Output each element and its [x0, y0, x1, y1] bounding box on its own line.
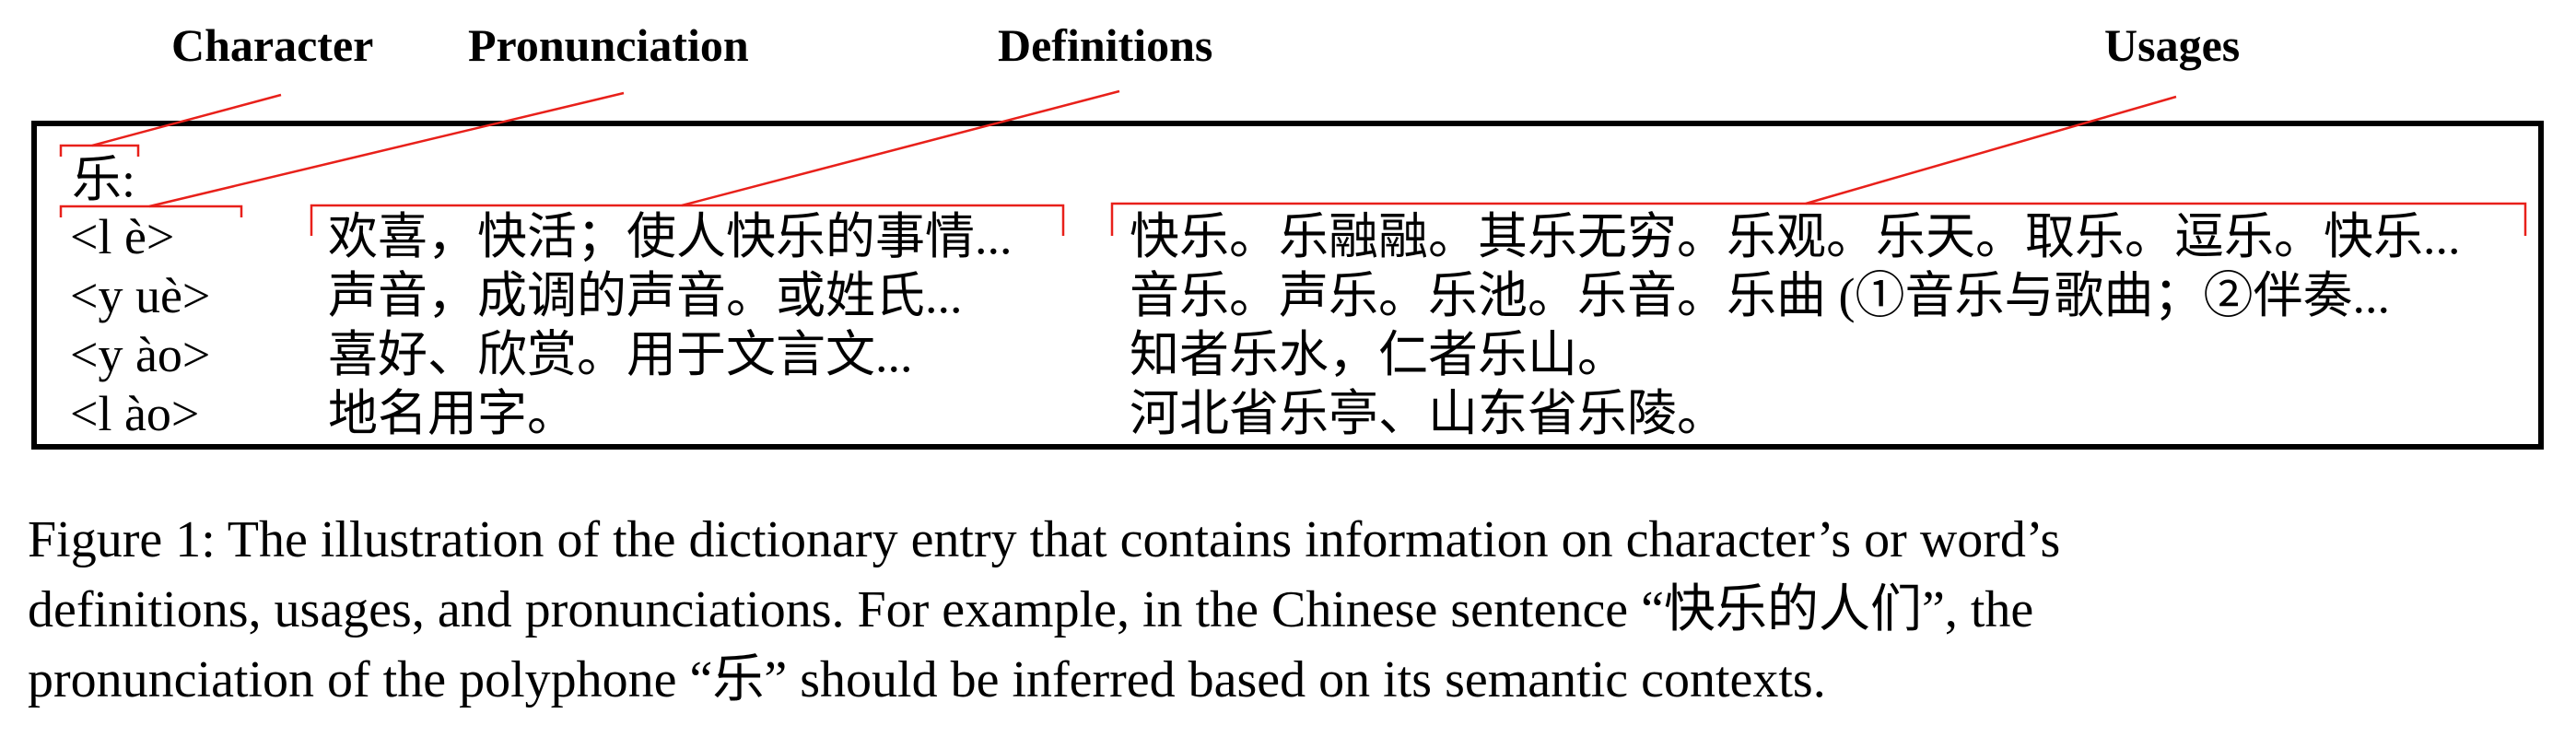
character-leader: [91, 93, 282, 147]
usages-bracket: [1110, 202, 2527, 236]
figure-caption: Figure 1: The illustration of the dictio…: [28, 505, 2557, 715]
usages-leader: [1805, 95, 2177, 205]
definitions-bracket: [310, 204, 1065, 236]
caption-line-3: pronunciation of the polyphone “乐” shoul…: [28, 649, 1826, 709]
definitions-leader: [681, 89, 1120, 207]
character-bracket: [59, 144, 140, 157]
caption-line-1: Figure 1: The illustration of the dictio…: [28, 511, 2061, 568]
caption-line-2: definitions, usages, and pronunciations.…: [28, 579, 2034, 639]
pronunciation-bracket: [59, 205, 243, 217]
